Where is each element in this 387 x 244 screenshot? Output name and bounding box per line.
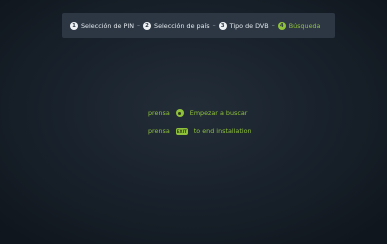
step-separator: – [212,22,216,29]
step-number: 3 [218,21,227,30]
prompt-prefix: prensa [148,109,170,117]
step-search: 4 Búsqueda [277,21,321,30]
setup-stepper: 1 Selección de PIN – 2 Selección de país… [62,13,335,38]
step-pin-selection: 1 Selección de PIN [70,21,135,30]
step-number: 2 [143,21,152,30]
step-label: Búsqueda [288,21,321,30]
prompt-action-text: Empezar a buscar [189,109,248,117]
step-country-selection: 2 Selección de país [143,21,210,30]
step-dvb-type: 3 Tipo de DVB [218,21,269,30]
ok-button-icon [175,109,184,117]
exit-key-icon: EXIT [175,127,188,135]
step-separator: – [137,22,141,29]
tv-setup-screen: 1 Selección de PIN – 2 Selección de país… [0,0,387,244]
step-label: Selección de país [154,21,210,30]
start-search-prompt[interactable]: prensa Empezar a buscar [148,109,247,117]
step-number: 4 [277,21,286,30]
prompt-prefix: prensa [148,127,170,135]
prompt-action-text: to end installation [193,127,252,135]
step-label: Tipo de DVB [229,21,269,30]
step-number: 1 [70,21,78,30]
end-installation-prompt[interactable]: prensa EXIT to end installation [148,127,252,135]
step-separator: – [271,22,275,29]
step-label: Selección de PIN [81,21,135,30]
